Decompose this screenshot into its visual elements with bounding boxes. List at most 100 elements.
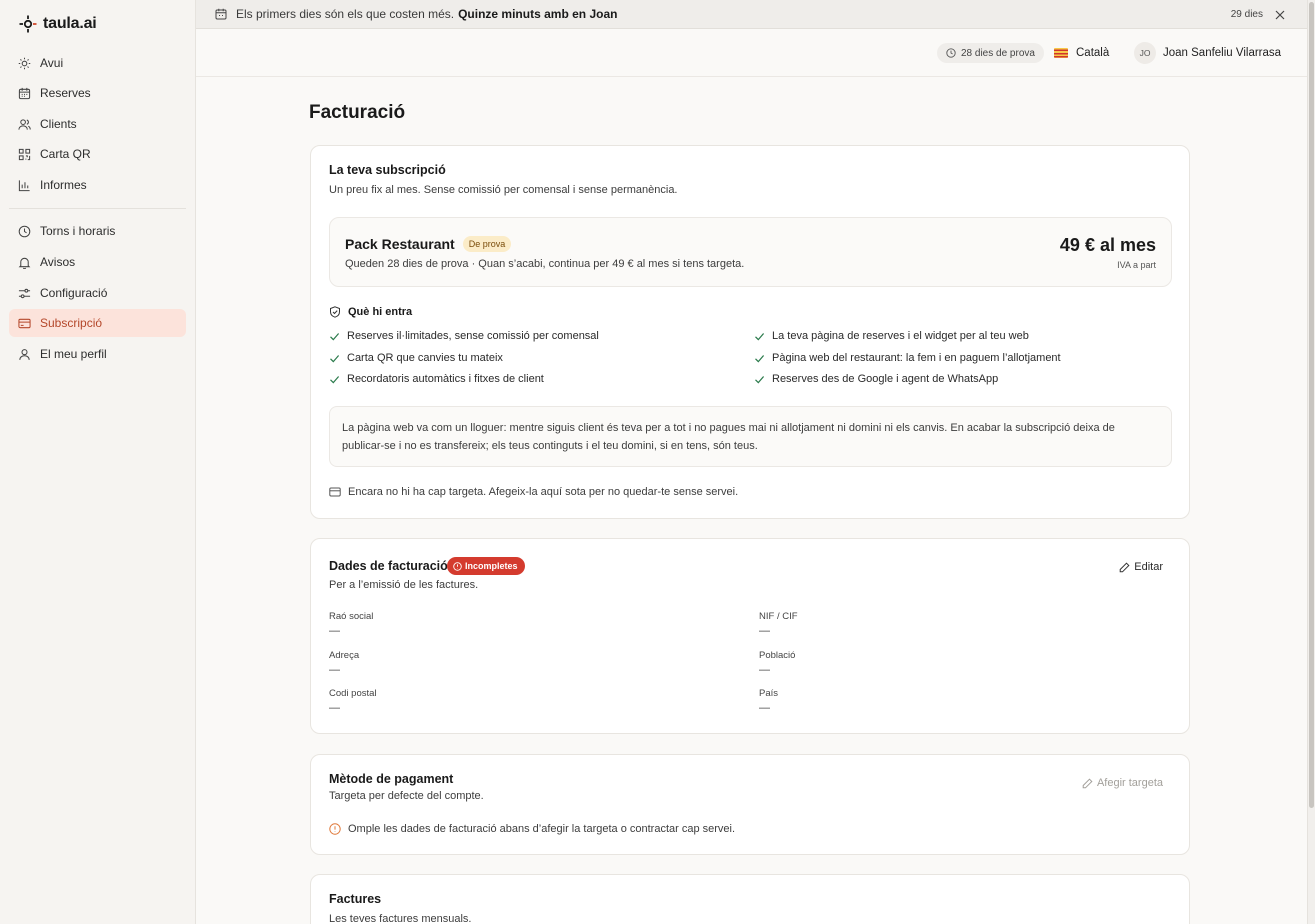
check-icon [755, 375, 765, 383]
plan-name-label: Pack Restaurant [345, 236, 455, 252]
sidebar-item-label: Torns i horaris [40, 224, 116, 238]
feature-label: La teva pàgina de reserves i el widget p… [772, 330, 1029, 342]
check-icon [330, 375, 340, 383]
card-title: Mètode de pagament [329, 772, 454, 786]
feature-label: Pàgina web del restaurant: la fem i en p… [772, 352, 1061, 364]
sliders-icon [18, 288, 31, 298]
field-label: NIF / CIF [759, 611, 798, 622]
banner-link[interactable]: Quinze minuts amb en Joan [458, 7, 617, 21]
sidebar-item-perfil[interactable]: El meu perfil [9, 340, 186, 368]
vat-note: IVA a part [1117, 260, 1156, 270]
includes-title: Què hi entra [348, 306, 413, 318]
billing-card: Dades de facturació Incompletes Per a l’… [310, 538, 1190, 734]
status-badge: De prova [462, 236, 512, 252]
feature-label: Reserves il·limitades, sense comissió pe… [347, 330, 599, 342]
card-subtitle: Un preu fix al mes. Sense comissió per c… [329, 184, 678, 196]
sidebar: taula.ai Avui Reserves Clients Carta QR … [0, 0, 196, 924]
trial-badge: 28 dies de prova [937, 43, 1044, 63]
invoices-card: Factures Les teves factures mensuals. [310, 874, 1190, 924]
field-label: País [759, 688, 779, 699]
language-selector[interactable]: Català [1054, 43, 1109, 63]
edit-button[interactable]: Editar [1119, 561, 1163, 573]
banner-right: 29 dies [1231, 0, 1285, 29]
bell-icon [18, 257, 31, 269]
shield-check-icon [330, 306, 340, 318]
sun-icon [18, 57, 31, 69]
feature-label: Reserves des de Google i agent de WhatsA… [772, 373, 999, 385]
check-icon [755, 354, 765, 362]
field-value: — [329, 702, 340, 714]
card-title: Dades de facturació [329, 559, 448, 573]
scrollbar-thumb[interactable] [1309, 2, 1314, 808]
field-label: Raó social [329, 611, 374, 622]
add-card-label: Afegir targeta [1096, 777, 1163, 789]
no-card-text: Encara no hi ha cap targeta. Afegeix-la … [348, 486, 739, 498]
alert-circle-icon [329, 823, 341, 835]
close-icon[interactable] [1275, 10, 1285, 20]
includes-heading: Què hi entra [329, 306, 412, 318]
sidebar-item-label: Avui [40, 56, 64, 70]
field-value: — [759, 625, 770, 637]
banner-text: Els primers dies són els que costen més. [236, 7, 455, 21]
feature-label: Recordatoris automàtics i fitxes de clie… [347, 373, 544, 385]
clock-icon [946, 48, 956, 58]
sidebar-item-informes[interactable]: Informes [9, 171, 186, 199]
page-title: Facturació [309, 102, 406, 123]
feature-item: Carta QR que canvies tu mateix [329, 352, 503, 364]
language-label: Català [1076, 47, 1110, 59]
sidebar-item-avisos[interactable]: Avisos [9, 248, 186, 276]
check-icon [330, 354, 340, 362]
calendar-icon [215, 8, 227, 20]
plan-description: Queden 28 dies de prova · Quan s’acabi, … [345, 258, 745, 270]
sidebar-item-carta-qr[interactable]: Carta QR [9, 140, 186, 168]
user-icon [19, 348, 30, 360]
check-icon [330, 332, 340, 340]
sidebar-item-label: Informes [40, 178, 87, 192]
trial-label: 28 dies de prova [961, 47, 1035, 59]
badge-label: Incompletes [465, 561, 518, 571]
calendar-icon [18, 87, 31, 99]
logo-icon [19, 15, 37, 33]
user-name: Joan Sanfeliu Vilarrasa [1163, 47, 1282, 59]
sidebar-item-configuracio[interactable]: Configuració [9, 279, 186, 307]
field-value: — [759, 702, 770, 714]
sidebar-item-label: Subscripció [40, 316, 103, 330]
sidebar-item-label: Clients [40, 117, 77, 131]
add-card-button[interactable]: Afegir targeta [1082, 777, 1163, 789]
clock-icon [18, 225, 31, 237]
users-icon [18, 118, 31, 130]
card-subtitle: Targeta per defecte del compte. [329, 790, 484, 802]
sidebar-item-clients[interactable]: Clients [9, 110, 186, 138]
check-icon [755, 332, 765, 340]
alert-circle-icon [453, 561, 462, 571]
no-card-notice: Encara no hi ha cap targeta. Afegeix-la … [329, 486, 738, 498]
field-label: Adreça [329, 650, 360, 661]
user-menu[interactable]: JO Joan Sanfeliu Vilarrasa [1134, 42, 1281, 64]
top-banner: Els primers dies són els que costen més.… [196, 0, 1307, 29]
card-title: Factures [329, 892, 382, 906]
field-value: — [759, 664, 770, 676]
scrollbar[interactable] [1307, 0, 1315, 924]
sidebar-item-torns[interactable]: Torns i horaris [9, 217, 186, 245]
sidebar-item-label: Carta QR [40, 147, 91, 161]
plan-price: 49 € al mes [1059, 235, 1156, 255]
card-subtitle: Les teves factures mensuals. [329, 913, 472, 924]
sidebar-item-label: Reserves [40, 86, 91, 100]
sidebar-item-label: El meu perfil [40, 347, 107, 361]
bar-chart-icon [18, 179, 30, 191]
field-label: Codi postal [329, 688, 377, 699]
payment-warning: Omple les dades de facturació abans d’af… [329, 823, 735, 835]
avatar: JO [1134, 42, 1156, 64]
sidebar-item-subscripcio[interactable]: Subscripció [9, 309, 186, 337]
warning-text: Omple les dades de facturació abans d’af… [348, 823, 736, 835]
edit-label: Editar [1134, 561, 1163, 573]
sidebar-item-avui[interactable]: Avui [9, 49, 186, 77]
feature-item: Reserves il·limitades, sense comissió pe… [329, 330, 599, 342]
feature-item: Recordatoris automàtics i fitxes de clie… [329, 373, 544, 385]
status-badge: Incompletes [447, 557, 525, 575]
sidebar-item-reserves[interactable]: Reserves [9, 79, 186, 107]
logo[interactable]: taula.ai [19, 14, 97, 34]
field-label: Població [759, 650, 796, 661]
feature-item: La teva pàgina de reserves i el widget p… [754, 330, 1029, 342]
plan-box: Pack Restaurant De prova Queden 28 dies … [329, 217, 1172, 287]
